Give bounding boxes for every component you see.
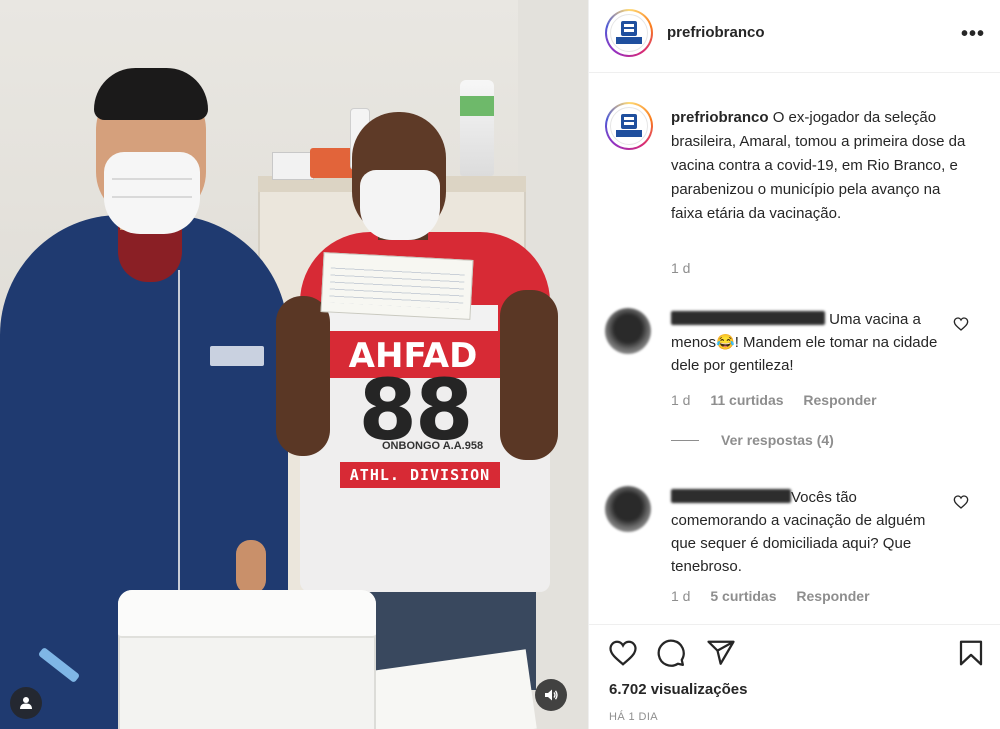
mask-fold bbox=[112, 196, 192, 198]
mask-fold bbox=[112, 178, 192, 180]
heart-icon bbox=[609, 640, 637, 666]
sound-icon bbox=[545, 689, 558, 701]
view-replies-label: Ver respostas (4) bbox=[721, 432, 834, 448]
player-mask bbox=[360, 170, 440, 240]
user-tag-icon bbox=[20, 697, 32, 709]
heart-icon[interactable] bbox=[953, 494, 969, 510]
comment-likes[interactable]: 5 curtidas bbox=[710, 588, 776, 604]
commenter-avatar[interactable] bbox=[605, 486, 651, 532]
paper-plane-icon bbox=[707, 640, 735, 665]
caption-avatar[interactable] bbox=[605, 102, 653, 150]
doctor-mask bbox=[104, 152, 200, 234]
redacted-username[interactable] bbox=[671, 489, 791, 503]
post-actions: 6.702 visualizações HÁ 1 DIA bbox=[589, 624, 1000, 729]
post-photo[interactable]: AHFAD 88 ONBONGO A.A.958 ATHL. DIVISION bbox=[0, 0, 588, 729]
bottle-label bbox=[460, 96, 494, 116]
caption-time: 1 d bbox=[671, 260, 691, 276]
redacted-username[interactable] bbox=[671, 311, 825, 325]
comment-time: 1 d bbox=[671, 392, 691, 408]
more-options-icon: ••• bbox=[961, 22, 986, 45]
post-header: prefriobranco ••• bbox=[589, 0, 1000, 73]
prefeitura-logo bbox=[610, 14, 648, 52]
view-replies-button[interactable]: Ver respostas (4) bbox=[671, 432, 834, 448]
logo-building bbox=[621, 21, 637, 36]
like-button[interactable] bbox=[607, 637, 639, 669]
logo-band bbox=[616, 37, 642, 44]
doctor-hair bbox=[94, 68, 208, 120]
heart-icon[interactable] bbox=[953, 316, 969, 332]
more-options-button[interactable]: ••• bbox=[961, 22, 985, 46]
user-tag-button[interactable] bbox=[10, 687, 42, 719]
reply-button[interactable]: Responder bbox=[803, 392, 876, 408]
prefeitura-logo bbox=[610, 107, 648, 145]
bookmark-icon bbox=[959, 640, 983, 666]
logo-building bbox=[621, 114, 637, 129]
caption-text: prefriobranco O ex-jogador da seleção br… bbox=[671, 106, 971, 226]
bottle bbox=[460, 80, 494, 176]
shirt-strip-text: ATHL. DIVISION bbox=[349, 466, 491, 484]
cooler-lid bbox=[118, 590, 376, 638]
account-avatar[interactable] bbox=[605, 9, 653, 57]
replies-dash bbox=[671, 439, 699, 441]
doctor-hand bbox=[236, 540, 266, 594]
comment-text: Vocês tão comemorando a vacinação de alg… bbox=[671, 486, 951, 578]
player-arm bbox=[500, 290, 558, 460]
views-count[interactable]: 6.702 visualizações bbox=[609, 681, 747, 698]
supply-box bbox=[272, 152, 314, 180]
commenter-avatar[interactable] bbox=[605, 308, 651, 354]
comment-icon bbox=[657, 639, 685, 667]
caption-username[interactable]: prefriobranco bbox=[671, 109, 769, 126]
logo-band bbox=[616, 130, 642, 137]
sound-button[interactable] bbox=[535, 679, 567, 711]
comment-likes[interactable]: 11 curtidas bbox=[710, 392, 783, 408]
doctor-badge bbox=[210, 346, 264, 366]
account-username[interactable]: prefriobranco bbox=[667, 24, 765, 41]
comment-button[interactable] bbox=[655, 637, 687, 669]
comment-time: 1 d bbox=[671, 588, 691, 604]
comment-meta: 1 d 11 curtidas Responder bbox=[671, 392, 893, 408]
post-timestamp[interactable]: HÁ 1 DIA bbox=[609, 711, 658, 723]
share-button[interactable] bbox=[705, 637, 737, 669]
vaccination-card-lines bbox=[329, 262, 465, 310]
comment-meta: 1 d 5 curtidas Responder bbox=[671, 588, 886, 604]
comment-text: Uma vacina a menos😂! Mandem ele tomar na… bbox=[671, 308, 951, 377]
post-side-panel: prefriobranco ••• prefriobranco O ex-jog… bbox=[588, 0, 1000, 729]
save-button[interactable] bbox=[955, 637, 987, 669]
shirt-text: ONBONGO A.A.958 bbox=[382, 440, 484, 452]
reply-button[interactable]: Responder bbox=[796, 588, 869, 604]
player-arm bbox=[276, 296, 330, 456]
